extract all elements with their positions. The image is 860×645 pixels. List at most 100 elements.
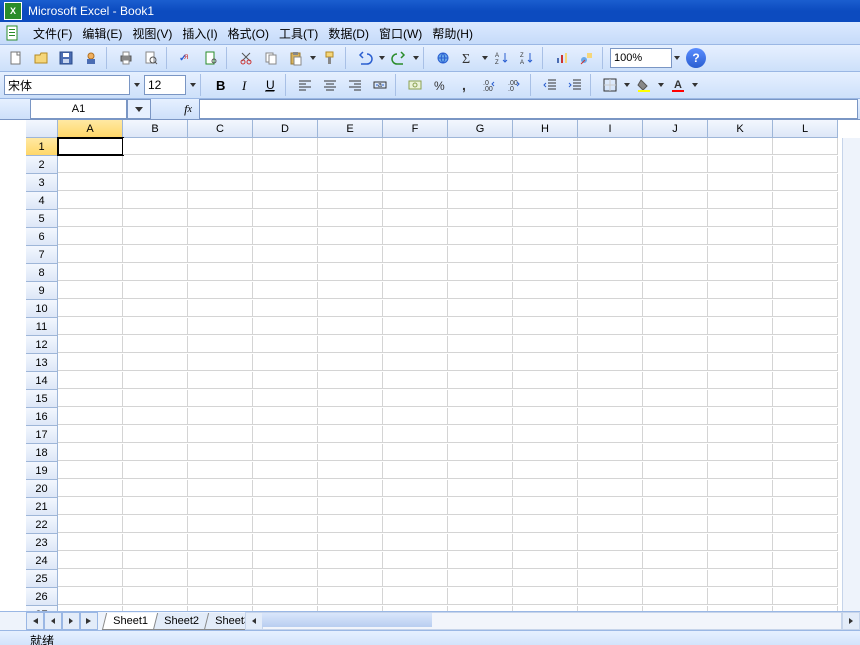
row-header[interactable]: 13 xyxy=(26,354,58,372)
cell[interactable] xyxy=(58,588,123,605)
cell[interactable] xyxy=(448,300,513,317)
cell[interactable] xyxy=(773,264,838,281)
cell[interactable] xyxy=(188,354,253,371)
row-header[interactable]: 26 xyxy=(26,588,58,606)
cell[interactable] xyxy=(578,210,643,227)
cell[interactable] xyxy=(58,300,123,317)
cell[interactable] xyxy=(58,174,123,191)
cell[interactable] xyxy=(383,390,448,407)
cell[interactable] xyxy=(643,570,708,587)
cell[interactable] xyxy=(123,552,188,569)
cell[interactable] xyxy=(578,372,643,389)
menu-data[interactable]: 数据(D) xyxy=(323,25,374,42)
document-icon[interactable] xyxy=(4,24,22,42)
cell[interactable] xyxy=(123,408,188,425)
name-box-dropdown-icon[interactable] xyxy=(127,99,151,119)
cell[interactable] xyxy=(58,210,123,227)
cell[interactable] xyxy=(123,264,188,281)
cell[interactable] xyxy=(188,192,253,209)
cell[interactable] xyxy=(513,426,578,443)
cell[interactable] xyxy=(383,426,448,443)
cell[interactable] xyxy=(448,210,513,227)
cell[interactable] xyxy=(253,462,318,479)
cell[interactable] xyxy=(188,480,253,497)
font-color-dropdown-icon[interactable] xyxy=(691,83,699,87)
cell[interactable] xyxy=(513,498,578,515)
column-header[interactable]: I xyxy=(578,120,643,138)
column-header[interactable]: G xyxy=(448,120,513,138)
cell[interactable] xyxy=(708,318,773,335)
cell[interactable] xyxy=(708,138,773,155)
cell[interactable] xyxy=(123,498,188,515)
column-header[interactable]: D xyxy=(253,120,318,138)
cell[interactable] xyxy=(513,534,578,551)
cell[interactable] xyxy=(643,318,708,335)
cell[interactable] xyxy=(643,336,708,353)
cell[interactable] xyxy=(448,408,513,425)
cell[interactable] xyxy=(383,354,448,371)
cell[interactable] xyxy=(253,192,318,209)
cell[interactable] xyxy=(58,354,123,371)
cell[interactable] xyxy=(773,534,838,551)
research-icon[interactable] xyxy=(199,46,223,70)
cell[interactable] xyxy=(58,516,123,533)
fill-color-dropdown-icon[interactable] xyxy=(657,83,665,87)
cell[interactable] xyxy=(513,372,578,389)
cell[interactable] xyxy=(513,228,578,245)
cell[interactable] xyxy=(773,174,838,191)
cell[interactable] xyxy=(513,354,578,371)
autosum-icon[interactable]: Σ xyxy=(456,46,480,70)
cell[interactable] xyxy=(253,570,318,587)
cell[interactable] xyxy=(773,210,838,227)
cell[interactable] xyxy=(708,534,773,551)
cell[interactable] xyxy=(448,354,513,371)
cell[interactable] xyxy=(123,480,188,497)
autosum-dropdown-icon[interactable] xyxy=(481,56,489,60)
cell[interactable] xyxy=(383,300,448,317)
redo-dropdown-icon[interactable] xyxy=(412,56,420,60)
cell[interactable] xyxy=(578,588,643,605)
cell[interactable] xyxy=(383,516,448,533)
cell[interactable] xyxy=(578,336,643,353)
cell[interactable] xyxy=(643,246,708,263)
cell[interactable] xyxy=(773,480,838,497)
cell[interactable] xyxy=(188,174,253,191)
cell[interactable] xyxy=(643,192,708,209)
menu-view[interactable]: 视图(V) xyxy=(127,25,177,42)
align-left-icon[interactable] xyxy=(293,73,317,97)
cell[interactable] xyxy=(58,444,123,461)
cell[interactable] xyxy=(123,570,188,587)
cell[interactable] xyxy=(643,300,708,317)
row-header[interactable]: 12 xyxy=(26,336,58,354)
cell[interactable] xyxy=(58,192,123,209)
cell[interactable] xyxy=(643,426,708,443)
zoom-select[interactable]: 100% xyxy=(610,48,672,68)
row-header[interactable]: 7 xyxy=(26,246,58,264)
cell[interactable] xyxy=(578,516,643,533)
cell[interactable] xyxy=(253,264,318,281)
cell[interactable] xyxy=(383,318,448,335)
cell[interactable] xyxy=(253,552,318,569)
cell[interactable] xyxy=(318,372,383,389)
row-header[interactable]: 21 xyxy=(26,498,58,516)
cell[interactable] xyxy=(318,318,383,335)
cell[interactable] xyxy=(513,588,578,605)
cell[interactable] xyxy=(253,372,318,389)
row-header[interactable]: 2 xyxy=(26,156,58,174)
cell[interactable] xyxy=(383,156,448,173)
cell[interactable] xyxy=(643,282,708,299)
cell[interactable] xyxy=(58,462,123,479)
cell[interactable] xyxy=(643,534,708,551)
cell[interactable] xyxy=(643,210,708,227)
cell[interactable] xyxy=(773,300,838,317)
cell[interactable] xyxy=(123,390,188,407)
cell[interactable] xyxy=(448,282,513,299)
cell[interactable] xyxy=(253,318,318,335)
cell[interactable] xyxy=(513,174,578,191)
undo-dropdown-icon[interactable] xyxy=(378,56,386,60)
row-header[interactable]: 17 xyxy=(26,426,58,444)
cell[interactable] xyxy=(123,300,188,317)
cell[interactable] xyxy=(578,228,643,245)
cell[interactable] xyxy=(448,534,513,551)
cell[interactable] xyxy=(708,228,773,245)
